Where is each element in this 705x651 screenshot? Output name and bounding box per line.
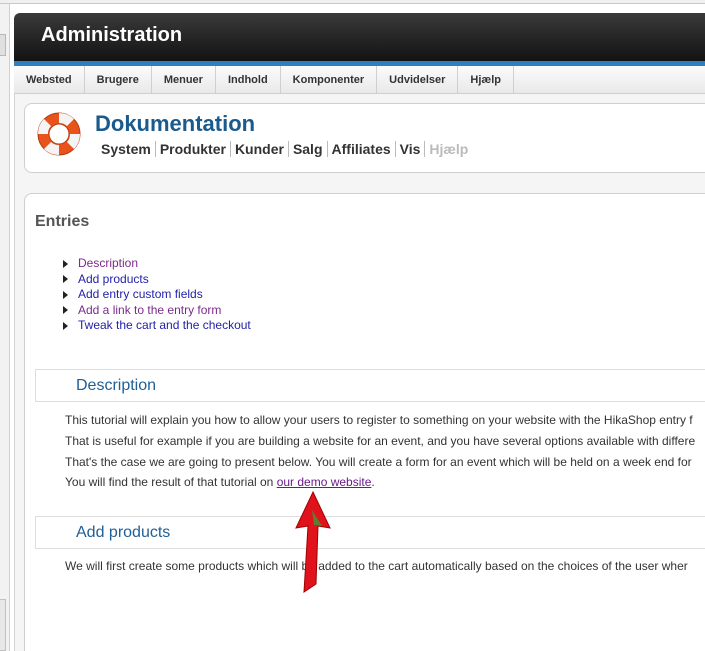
doc-link-affiliates[interactable]: Affiliates (328, 141, 396, 157)
documentation-title: Dokumentation (95, 111, 256, 136)
bullet-arrow-icon (63, 259, 68, 268)
toc-link-custom-fields[interactable]: Add entry custom fields (78, 287, 203, 303)
toc-link-add-products[interactable]: Add products (78, 272, 149, 288)
doc-link-vis[interactable]: Vis (396, 141, 426, 157)
toc-link-entry-form[interactable]: Add a link to the entry form (78, 303, 221, 319)
bullet-arrow-icon (63, 306, 68, 315)
menu-komponenter[interactable]: Komponenter (281, 66, 378, 93)
admin-header: Administration (14, 13, 705, 63)
main-menu-bar: Websted Brugere Menuer Indhold Komponent… (14, 66, 705, 94)
description-section-header: Description (35, 369, 705, 402)
doc-link-system[interactable]: System (97, 141, 156, 157)
entries-heading: Entries (35, 213, 90, 230)
toc-item: Add entry custom fields (63, 287, 251, 303)
result-suffix-text: . (371, 475, 375, 489)
frame-notch-bottom (0, 599, 6, 651)
menu-menuer[interactable]: Menuer (152, 66, 216, 93)
menu-udvidelser[interactable]: Udvidelser (377, 66, 459, 93)
demo-website-link[interactable]: our demo website (277, 475, 372, 489)
menu-indhold[interactable]: Indhold (216, 66, 281, 93)
lifebuoy-icon (37, 112, 81, 156)
add-products-line: We will first create some products which… (65, 559, 688, 573)
menu-websted[interactable]: Websted (14, 66, 85, 93)
menu-brugere[interactable]: Brugere (85, 66, 152, 93)
doc-link-salg[interactable]: Salg (289, 141, 328, 157)
toc-item: Add products (63, 272, 251, 288)
description-line-2: That is useful for example if you are bu… (65, 434, 696, 448)
menu-hjaelp[interactable]: Hjælp (458, 66, 514, 93)
doc-link-hjaelp: Hjælp (429, 141, 469, 157)
red-arrow-annotation (295, 490, 331, 593)
doc-link-produkter[interactable]: Produkter (156, 141, 231, 157)
description-result-line: You will find the result of that tutoria… (65, 472, 375, 492)
toc-link-tweak-cart[interactable]: Tweak the cart and the checkout (78, 318, 251, 334)
frame-notch (0, 34, 6, 56)
description-line-3: That's the case we are going to present … (65, 455, 692, 469)
admin-title: Administration (41, 24, 183, 46)
add-products-section-header: Add products (35, 516, 705, 549)
bullet-arrow-icon (63, 290, 68, 299)
doc-link-kunder[interactable]: Kunder (231, 141, 289, 157)
table-of-contents: Description Add products Add entry custo… (63, 256, 251, 334)
toc-item: Tweak the cart and the checkout (63, 318, 251, 334)
description-heading: Description (76, 377, 157, 394)
documentation-nav: System Produkter Kunder Salg Affiliates … (97, 141, 472, 157)
bullet-arrow-icon (63, 275, 68, 284)
toc-item: Description (63, 256, 251, 272)
bullet-arrow-icon (63, 321, 68, 330)
add-products-heading: Add products (76, 524, 171, 541)
result-prefix-text: You will find the result of that tutoria… (65, 475, 277, 489)
toc-item: Add a link to the entry form (63, 303, 251, 319)
toc-link-description[interactable]: Description (78, 256, 138, 272)
description-line-1: This tutorial will explain you how to al… (65, 413, 693, 427)
window-left-edge (0, 4, 10, 651)
window-top-edge (0, 0, 705, 4)
